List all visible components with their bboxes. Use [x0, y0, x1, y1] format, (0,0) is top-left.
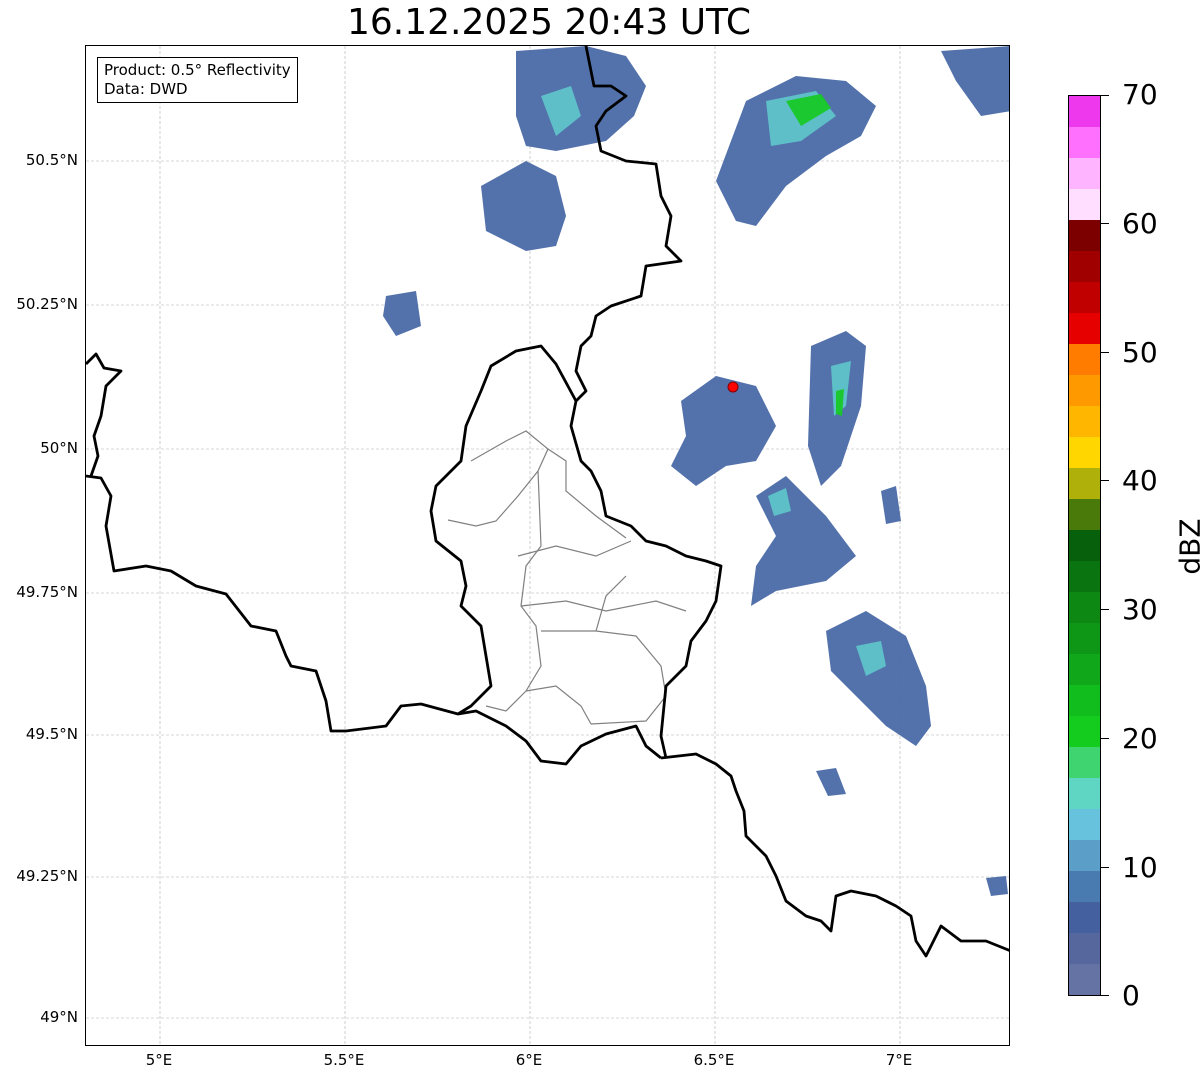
colorbar-segment: [1069, 809, 1100, 840]
colorbar-segment: [1069, 747, 1100, 778]
colorbar-segment: [1069, 251, 1100, 282]
colorbar-segment: [1069, 437, 1100, 468]
echo-cell-south: [826, 611, 931, 746]
data-source-label: Data: DWD: [104, 80, 188, 98]
colorbar-segment: [1069, 840, 1100, 871]
colorbar-label: dBZ: [1173, 518, 1202, 575]
colorbar-tick-label: 40: [1122, 464, 1158, 497]
colorbar-segment: [1069, 561, 1100, 592]
colorbar-tick-mark: [1101, 738, 1109, 739]
y-tick-label: 49.25°N: [16, 867, 78, 885]
echo-cell-se: [986, 876, 1008, 896]
x-tick-label: 6.5°E: [693, 1051, 735, 1069]
x-tick-label: 6°E: [515, 1051, 543, 1069]
colorbar-segment: [1069, 499, 1100, 530]
colorbar-segment: [1069, 902, 1100, 933]
colorbar-tick-mark: [1101, 995, 1109, 996]
echo-cell-north: [516, 46, 646, 151]
colorbar-tick-mark: [1101, 480, 1109, 481]
colorbar-segment: [1069, 685, 1100, 716]
colorbar-tick-mark: [1101, 223, 1109, 224]
x-tick-label: 7°E: [885, 1051, 913, 1069]
colorbar-segment: [1069, 189, 1100, 220]
colorbar-tick-label: 20: [1122, 722, 1158, 755]
colorbar-segment: [1069, 933, 1100, 964]
map-title: 16.12.2025 20:43 UTC: [346, 2, 752, 43]
echo-cell-central: [671, 376, 776, 486]
colorbar-segment: [1069, 406, 1100, 437]
y-tick-label: 50.25°N: [16, 295, 78, 313]
border-france-belgium: [86, 474, 662, 766]
colorbar-segment: [1069, 530, 1100, 561]
colorbar: [1068, 95, 1101, 996]
x-tick-label: 5.5°E: [323, 1051, 365, 1069]
colorbar-segment: [1069, 344, 1100, 375]
y-tick-label: 49°N: [40, 1008, 78, 1026]
colorbar-tick-label: 70: [1122, 78, 1158, 111]
product-info-box: Product: 0.5° Reflectivity Data: DWD: [97, 57, 298, 103]
echo-cell-nw-small: [383, 291, 421, 336]
colorbar-segment: [1069, 468, 1100, 499]
colorbar-tick-mark: [1101, 95, 1109, 96]
colorbar-segment: [1069, 158, 1100, 189]
colorbar-segment: [1069, 871, 1100, 902]
colorbar-segment: [1069, 96, 1100, 127]
x-tick-label: 5°E: [145, 1051, 173, 1069]
colorbar-tick-label: 60: [1122, 207, 1158, 240]
radar-site-marker: [727, 381, 739, 393]
colorbar-tick-mark: [1101, 867, 1109, 868]
colorbar-tick-label: 0: [1122, 979, 1140, 1012]
admin-borders: [447, 430, 687, 725]
colorbar-segment: [1069, 964, 1100, 995]
border-luxembourg-west: [429, 344, 578, 716]
colorbar-segment: [1069, 282, 1100, 313]
colorbar-tick-label: 30: [1122, 593, 1158, 626]
radar-echoes: [383, 46, 1009, 896]
echo-cell-north-2: [481, 161, 566, 251]
echo-cell-ne-right: [941, 46, 1009, 116]
y-tick-label: 50°N: [40, 439, 78, 457]
colorbar-segment: [1069, 220, 1100, 251]
echo-cell-small-s: [816, 768, 846, 796]
colorbar-segment: [1069, 592, 1100, 623]
colorbar-segment: [1069, 654, 1100, 685]
colorbar-segment: [1069, 716, 1100, 747]
echo-cell-small-e: [881, 486, 901, 524]
colorbar-segment: [1069, 127, 1100, 158]
radar-map[interactable]: [85, 45, 1010, 1046]
colorbar-segment: [1069, 778, 1100, 809]
colorbar-segment: [1069, 313, 1100, 344]
y-tick-label: 50.5°N: [25, 151, 78, 169]
product-label: Product: 0.5° Reflectivity: [104, 61, 291, 79]
echo-cell-mid: [751, 476, 856, 606]
colorbar-tick-label: 10: [1122, 851, 1158, 884]
colorbar-tick-mark: [1101, 609, 1109, 610]
map-canvas: [86, 46, 1009, 1045]
colorbar-tick-mark: [1101, 352, 1109, 353]
colorbar-segment: [1069, 623, 1100, 654]
colorbar-tick-label: 50: [1122, 336, 1158, 369]
y-tick-label: 49.5°N: [25, 725, 78, 743]
colorbar-segment: [1069, 375, 1100, 406]
border-belgium-netherlands: [86, 352, 123, 477]
y-tick-label: 49.75°N: [16, 583, 78, 601]
